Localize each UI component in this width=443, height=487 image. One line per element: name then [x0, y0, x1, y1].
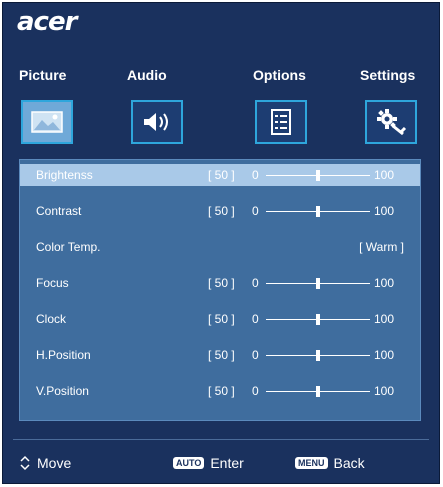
tab-icon-options[interactable]: [255, 100, 307, 144]
slider-min: 0: [252, 168, 259, 182]
setting-label: H.Position: [36, 348, 91, 362]
clock-slider-knob[interactable]: [316, 314, 320, 325]
footer-back-hint: MENU Back: [295, 455, 365, 471]
h-position-slider-knob[interactable]: [316, 350, 320, 361]
osd-menu-window: acer Picture Audio Options Settings Brig…: [2, 2, 440, 484]
slider-min: 0: [252, 348, 259, 362]
setting-label: Clock: [36, 312, 67, 326]
tab-options[interactable]: Options: [253, 67, 306, 83]
setting-value: [ 50 ]: [208, 312, 235, 326]
picture-icon: [31, 111, 63, 133]
slider-max: 100: [374, 168, 395, 182]
contrast-slider-knob[interactable]: [316, 206, 320, 217]
setting-label: Color Temp.: [36, 240, 101, 254]
tab-icon-audio[interactable]: [131, 100, 183, 144]
tab-icon-settings[interactable]: [365, 100, 417, 144]
focus-slider-knob[interactable]: [316, 278, 320, 289]
move-label: Move: [37, 455, 72, 471]
slider-max: 100: [374, 348, 395, 362]
setting-value: [ 50 ]: [208, 384, 235, 398]
footer-enter-hint: AUTO Enter: [173, 455, 244, 471]
gear-wrench-icon: [377, 109, 407, 136]
setting-row-brightness[interactable]: Brightenss [ 50 ] 0 100: [20, 164, 420, 186]
setting-row-clock[interactable]: Clock [ 50 ] 0 100: [20, 308, 420, 330]
document-icon: [271, 109, 291, 135]
slider-max: 100: [374, 384, 395, 398]
setting-row-h-position[interactable]: H.Position [ 50 ] 0 100: [20, 344, 420, 366]
auto-key-icon: AUTO: [173, 457, 205, 469]
enter-label: Enter: [210, 455, 244, 471]
setting-row-contrast[interactable]: Contrast [ 50 ] 0 100: [20, 200, 420, 222]
slider-max: 100: [374, 204, 395, 218]
tab-settings[interactable]: Settings: [360, 67, 415, 83]
v-position-slider-knob[interactable]: [316, 386, 320, 397]
brightness-slider-knob[interactable]: [316, 170, 320, 181]
acer-logo: acer: [17, 7, 77, 37]
setting-label: V.Position: [36, 384, 89, 398]
tab-audio[interactable]: Audio: [127, 67, 167, 83]
slider-min: 0: [252, 204, 259, 218]
tab-picture[interactable]: Picture: [19, 67, 66, 83]
footer-divider: [13, 439, 429, 440]
setting-row-focus[interactable]: Focus [ 50 ] 0 100: [20, 272, 420, 294]
setting-value: [ 50 ]: [208, 168, 235, 182]
setting-label: Brightenss: [36, 168, 93, 182]
slider-max: 100: [374, 312, 395, 326]
slider-min: 0: [252, 384, 259, 398]
back-label: Back: [333, 455, 365, 471]
picture-settings-panel: Brightenss [ 50 ] 0 100 Contrast [ 50 ] …: [19, 159, 421, 421]
tab-icon-picture[interactable]: [21, 100, 73, 144]
setting-value: [ 50 ]: [208, 348, 235, 362]
up-down-arrows-icon: [20, 455, 30, 471]
setting-value: [ 50 ]: [208, 276, 235, 290]
setting-row-v-position[interactable]: V.Position [ 50 ] 0 100: [20, 380, 420, 402]
setting-label: Focus: [36, 276, 69, 290]
speaker-icon: [144, 113, 168, 131]
menu-key-icon: MENU: [295, 457, 328, 469]
footer-move-hint: Move: [19, 455, 71, 471]
setting-value: [ 50 ]: [208, 204, 235, 218]
setting-row-color-temp[interactable]: Color Temp. [ Warm ]: [20, 236, 420, 258]
slider-max: 100: [374, 276, 395, 290]
setting-label: Contrast: [36, 204, 82, 218]
color-temp-value[interactable]: [ Warm ]: [359, 240, 404, 254]
slider-min: 0: [252, 276, 259, 290]
slider-min: 0: [252, 312, 259, 326]
